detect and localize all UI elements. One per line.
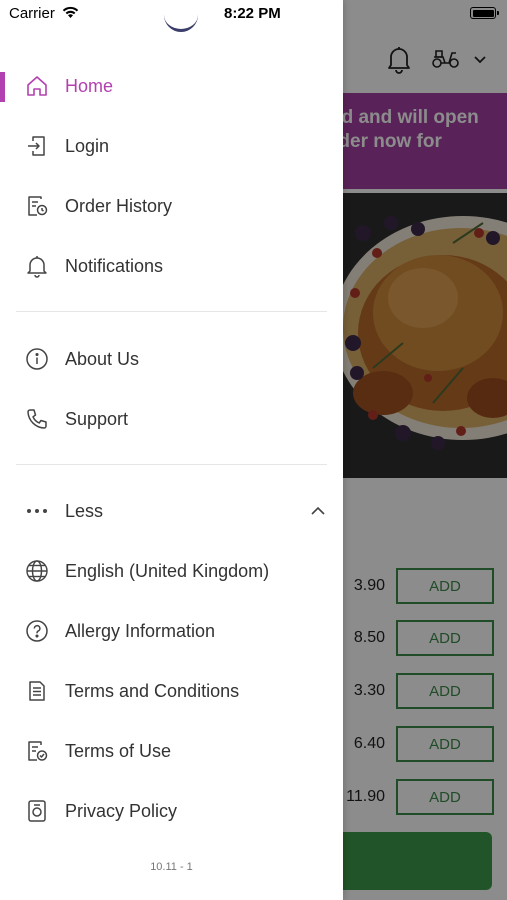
carrier-label: Carrier [9,5,55,22]
nav-item-language[interactable]: English (United Kingdom) [0,543,343,599]
app-version: 10.11 - 1 [150,861,193,873]
nav-item-login[interactable]: Login [0,118,343,174]
nav-item-terms-of-use[interactable]: Terms of Use [0,723,343,779]
chevron-up-icon [310,506,326,516]
nav-label: English (United Kingdom) [65,560,270,581]
less-label: Less [65,500,104,521]
status-bar: Carrier 8:22 PM [0,0,507,30]
nav-item-privacy-policy[interactable]: Privacy Policy [0,783,343,839]
info-icon [24,346,50,372]
globe-icon [24,558,50,584]
background-app: ed and will open rder now for [343,0,507,900]
bell-icon [24,253,50,279]
side-drawer: Home Login Order History Notifications A… [0,0,343,900]
divider [16,464,327,465]
nav-label: About Us [65,348,140,369]
nav-item-home[interactable]: Home [0,58,343,114]
order-history-icon [24,193,50,219]
phone-icon [24,406,50,432]
privacy-icon [24,798,50,824]
nav-item-order-history[interactable]: Order History [0,178,343,234]
home-icon [24,73,50,99]
nav-label: Privacy Policy [65,800,178,821]
nav-label: Notifications [65,255,164,276]
status-time: 8:22 PM [224,5,281,22]
login-icon [24,133,50,159]
nav-item-support[interactable]: Support [0,391,343,447]
document-icon [24,678,50,704]
drawer-overlay[interactable] [343,0,507,900]
nav-label: Allergy Information [65,620,216,641]
nav-item-allergy-information[interactable]: Allergy Information [0,603,343,659]
nav-item-notifications[interactable]: Notifications [0,238,343,294]
nav-label: Terms and Conditions [65,680,240,701]
nav-item-terms-and-conditions[interactable]: Terms and Conditions [0,663,343,719]
nav-label: Order History [65,195,173,216]
nav-label: Support [65,408,129,429]
divider [16,311,327,312]
active-indicator [0,72,5,102]
nav-label: Home [65,75,114,96]
nav-label: Terms of Use [65,740,172,761]
less-toggle[interactable]: Less [0,483,343,539]
more-dots-icon [24,498,50,524]
nav-label: Login [65,135,110,156]
document-check-icon [24,738,50,764]
wifi-icon [61,5,80,19]
question-icon [24,618,50,644]
nav-item-about-us[interactable]: About Us [0,331,343,387]
battery-icon [470,7,499,19]
